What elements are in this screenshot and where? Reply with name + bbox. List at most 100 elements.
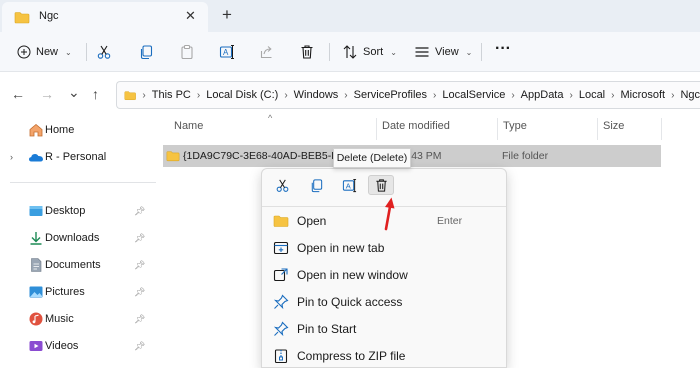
sidebar-item-documents[interactable]: Documents 📌︎ <box>0 254 160 276</box>
cut-icon <box>276 179 288 192</box>
breadcrumb-item[interactable]: Windows <box>294 89 339 101</box>
table-row[interactable]: {1DA9C79C-3E68-40AD-BEB5-F44 022 4:43 PM… <box>163 145 661 167</box>
column-header-date-modified[interactable]: Date modified <box>382 120 450 132</box>
column-header-name[interactable]: Name <box>174 120 203 132</box>
zip-icon <box>274 349 288 364</box>
breadcrumb-item[interactable]: AppData <box>521 89 564 101</box>
rename-icon: A <box>342 178 356 192</box>
tab-title: Ngc <box>39 10 59 22</box>
context-delete-button[interactable] <box>368 175 394 195</box>
context-compress-zip[interactable]: Compress to ZIP file <box>262 343 506 368</box>
context-item-shortcut: Enter <box>437 215 463 227</box>
new-tab-icon[interactable]: + <box>222 5 232 25</box>
new-button[interactable]: New ⌄ <box>17 41 72 63</box>
column-header-size[interactable]: Size <box>603 120 624 132</box>
context-open-new-tab[interactable]: Open in new tab <box>262 235 506 261</box>
column-divider[interactable] <box>497 118 498 140</box>
toolbar-divider <box>329 43 330 61</box>
rename-button[interactable]: A <box>219 41 235 63</box>
pin-icon: 📌︎ <box>134 340 146 351</box>
sidebar-item-label: Pictures <box>45 286 85 298</box>
expand-chevron-icon[interactable]: › <box>10 152 13 162</box>
breadcrumb-item[interactable]: ServiceProfiles <box>354 89 427 101</box>
sidebar-item-music[interactable]: Music 📌︎ <box>0 308 160 330</box>
breadcrumb-item[interactable]: LocalService <box>442 89 505 101</box>
breadcrumb-item[interactable]: Local Disk (C:) <box>206 89 278 101</box>
column-divider[interactable] <box>597 118 598 140</box>
column-header-type[interactable]: Type <box>503 120 527 132</box>
pin-start-icon <box>273 321 289 337</box>
sidebar-item-videos[interactable]: Videos 📌︎ <box>0 335 160 357</box>
pictures-icon <box>29 286 43 298</box>
new-window-icon <box>273 268 288 282</box>
sort-button[interactable]: Sort ⌄ <box>342 41 397 63</box>
recent-locations-button[interactable]: ⌄ <box>68 84 80 101</box>
delete-button[interactable] <box>299 41 315 63</box>
breadcrumb-separator-icon: › <box>196 89 201 101</box>
sidebar-item-label: R - Personal <box>45 151 107 163</box>
toolbar-divider <box>86 43 87 61</box>
breadcrumb-item[interactable]: Ngc <box>680 89 700 101</box>
breadcrumb-item[interactable]: This PC <box>152 89 191 101</box>
view-label: View <box>435 46 459 58</box>
paste-button[interactable] <box>179 41 195 63</box>
sidebar-item-desktop[interactable]: Desktop 📌︎ <box>0 200 160 222</box>
sidebar-item-label: Documents <box>45 259 101 271</box>
view-button[interactable]: View ⌄ <box>414 41 472 63</box>
context-item-label: Pin to Start <box>297 322 357 336</box>
cut-button[interactable] <box>96 41 112 63</box>
breadcrumb-separator-icon: › <box>569 89 573 101</box>
sidebar-item-label: Music <box>45 313 74 325</box>
forward-button[interactable]: → <box>40 86 54 102</box>
file-name: {1DA9C79C-3E68-40AD-BEB5-F44 <box>183 150 350 162</box>
share-button[interactable] <box>259 41 275 63</box>
context-open-new-window[interactable]: Open in new window <box>262 262 506 288</box>
context-pin-quick-access[interactable]: Pin to Quick access <box>262 289 506 315</box>
context-copy-button[interactable] <box>303 175 329 195</box>
breadcrumb-item[interactable]: Local <box>579 89 605 101</box>
new-label: New <box>36 46 59 58</box>
more-icon: ··· <box>495 40 511 57</box>
sort-ascending-icon: ^ <box>268 113 273 123</box>
annotation-arrow-icon <box>384 197 395 231</box>
tab-strip: Ngc ✕ + <box>0 0 700 32</box>
onedrive-icon <box>29 154 43 162</box>
share-icon <box>260 46 272 59</box>
svg-text:A: A <box>345 181 350 190</box>
sidebar-item-home[interactable]: Home <box>0 119 160 141</box>
up-button[interactable]: ↑ <box>92 86 99 102</box>
context-item-label: Open in new tab <box>297 241 385 255</box>
address-bar[interactable]: › This PC › Local Disk (C:) › Windows › … <box>116 81 700 109</box>
downloads-icon <box>30 232 42 245</box>
sidebar-item-onedrive[interactable]: › R - Personal <box>0 146 160 168</box>
pin-icon: 📌︎ <box>134 259 146 270</box>
column-divider[interactable] <box>376 118 377 140</box>
breadcrumb-separator-icon: › <box>611 89 615 101</box>
back-button[interactable]: ← <box>11 86 25 102</box>
music-icon <box>29 312 43 326</box>
delete-icon <box>301 45 313 59</box>
context-pin-start[interactable]: Pin to Start <box>262 316 506 342</box>
breadcrumb-item[interactable]: Microsoft <box>620 89 665 101</box>
tab-ngc[interactable]: Ngc ✕ <box>2 2 208 32</box>
sidebar-item-pictures[interactable]: Pictures 📌︎ <box>0 281 160 303</box>
sidebar-item-label: Desktop <box>45 205 86 217</box>
folder-icon <box>14 12 30 24</box>
context-item-label: Compress to ZIP file <box>297 349 406 363</box>
pin-icon: 📌︎ <box>134 232 146 243</box>
toolbar-divider <box>481 43 482 61</box>
context-rename-button[interactable]: A <box>336 175 362 195</box>
command-bar: New ⌄ A Sort ⌄ View ⌄ ··· <box>0 32 700 72</box>
column-divider[interactable] <box>661 118 662 140</box>
breadcrumb-separator-icon: › <box>142 89 146 101</box>
navigation-pane: Home › R - Personal Desktop 📌︎ Downloads… <box>0 118 160 368</box>
sidebar-item-downloads[interactable]: Downloads 📌︎ <box>0 227 160 249</box>
breadcrumb-separator-icon: › <box>671 89 675 101</box>
more-options-button[interactable]: ··· <box>495 38 511 60</box>
context-cut-button[interactable] <box>269 175 295 195</box>
pin-icon: 📌︎ <box>134 313 146 324</box>
chevron-down-icon: ⌄ <box>465 47 473 57</box>
close-tab-icon[interactable]: ✕ <box>185 8 196 24</box>
folder-icon <box>273 215 289 227</box>
copy-button[interactable] <box>138 41 154 63</box>
